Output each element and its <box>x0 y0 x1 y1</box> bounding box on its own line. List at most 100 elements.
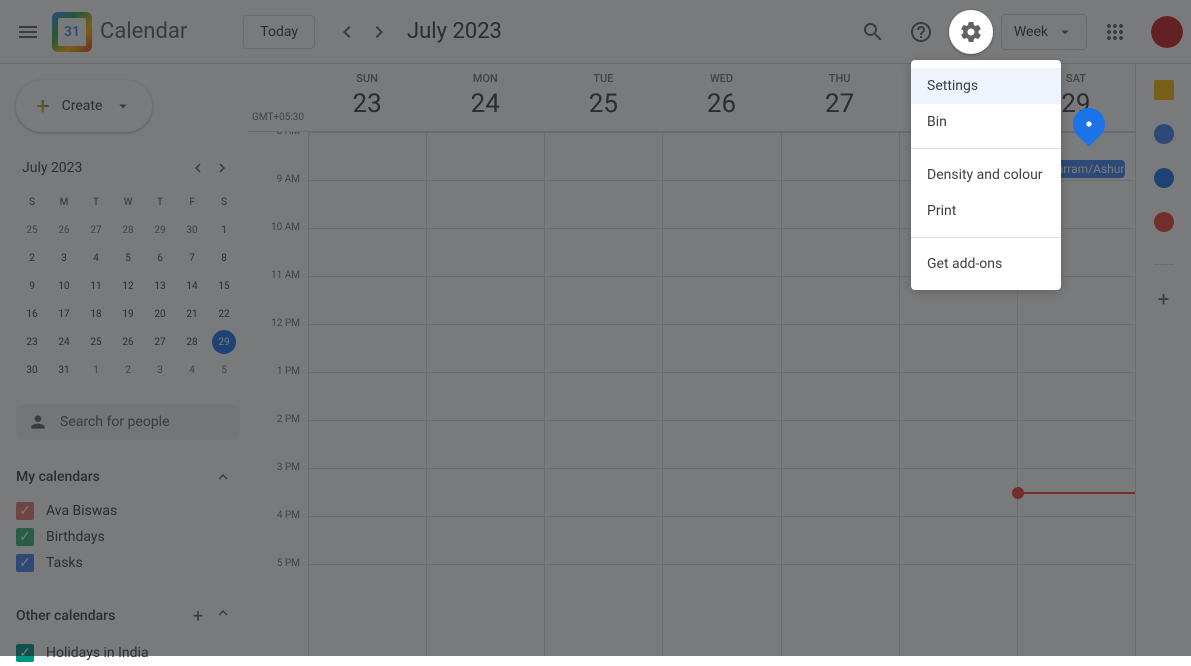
mini-prev-button[interactable] <box>186 156 210 180</box>
mini-dow: T <box>144 188 176 216</box>
mini-date[interactable]: 16 <box>16 300 48 328</box>
menu-print[interactable]: Print <box>911 193 1061 229</box>
mini-date[interactable]: 25 <box>16 216 48 244</box>
mini-date[interactable]: 4 <box>80 244 112 272</box>
mini-date[interactable]: 30 <box>176 216 208 244</box>
mini-date[interactable]: 2 <box>16 244 48 272</box>
search-people-input[interactable]: Search for people <box>16 404 240 440</box>
contacts-app-icon[interactable] <box>1154 168 1174 188</box>
mini-date[interactable]: 8 <box>208 244 240 272</box>
mini-next-button[interactable] <box>210 156 234 180</box>
my-calendars-toggle[interactable]: My calendars <box>16 464 240 490</box>
menu-density[interactable]: Density and colour <box>911 157 1061 193</box>
calendar-checkbox[interactable]: ✓ <box>16 528 34 546</box>
day-name: THU <box>781 72 899 85</box>
mini-date[interactable]: 29 <box>212 330 236 354</box>
mini-date[interactable]: 29 <box>144 216 176 244</box>
settings-button[interactable] <box>949 10 993 54</box>
day-name: SUN <box>308 72 426 85</box>
main-menu-button[interactable] <box>8 12 48 52</box>
chevron-up-icon <box>214 604 232 622</box>
view-selector[interactable]: Week <box>1001 14 1087 50</box>
time-label: 11 AM <box>248 270 308 318</box>
day-column[interactable] <box>308 132 426 656</box>
calendar-item[interactable]: ✓Tasks <box>16 550 240 576</box>
day-column[interactable] <box>544 132 662 656</box>
day-header[interactable]: WED26 <box>662 64 780 131</box>
mini-date[interactable]: 4 <box>176 356 208 384</box>
mini-date[interactable]: 5 <box>112 244 144 272</box>
mini-date[interactable]: 31 <box>48 356 80 384</box>
mini-date[interactable]: 26 <box>48 216 80 244</box>
day-header[interactable]: MON24 <box>426 64 544 131</box>
mini-date[interactable]: 3 <box>144 356 176 384</box>
support-button[interactable] <box>901 12 941 52</box>
mini-date[interactable]: 13 <box>144 272 176 300</box>
mini-date[interactable]: 25 <box>80 328 112 356</box>
calendar-checkbox[interactable]: ✓ <box>16 502 34 520</box>
menu-addons[interactable]: Get add-ons <box>911 246 1061 282</box>
other-calendars-toggle[interactable]: Other calendars + <box>16 600 240 632</box>
mini-date[interactable]: 22 <box>208 300 240 328</box>
mini-date[interactable]: 1 <box>80 356 112 384</box>
day-name: WED <box>662 72 780 85</box>
google-apps-button[interactable] <box>1095 12 1135 52</box>
mini-calendar[interactable]: SMTWTFS252627282930123456789101112131415… <box>16 188 240 384</box>
next-week-button[interactable] <box>363 16 395 48</box>
mini-date[interactable]: 28 <box>176 328 208 356</box>
mini-date[interactable]: 27 <box>144 328 176 356</box>
mini-date[interactable]: 18 <box>80 300 112 328</box>
mini-cal-title: July 2023 <box>22 160 82 176</box>
time-label: 2 PM <box>248 414 308 462</box>
mini-date[interactable]: 9 <box>16 272 48 300</box>
mini-date[interactable]: 2 <box>112 356 144 384</box>
mini-date[interactable]: 14 <box>176 272 208 300</box>
day-header[interactable]: TUE25 <box>544 64 662 131</box>
mini-date[interactable]: 12 <box>112 272 144 300</box>
calendar-item[interactable]: ✓ Ava Biswas <box>16 498 240 524</box>
menu-settings[interactable]: Settings <box>911 68 1061 104</box>
mini-date[interactable]: 1 <box>208 216 240 244</box>
calendar-checkbox[interactable]: ✓ <box>16 554 34 572</box>
mini-date[interactable]: 10 <box>48 272 80 300</box>
mini-date[interactable]: 24 <box>48 328 80 356</box>
mini-date[interactable]: 6 <box>144 244 176 272</box>
day-column[interactable] <box>662 132 780 656</box>
calendar-item[interactable]: ✓Holidays in India <box>16 640 240 666</box>
dropdown-icon <box>1056 23 1074 41</box>
calendar-item[interactable]: ✓Birthdays <box>16 524 240 550</box>
mini-date[interactable]: 30 <box>16 356 48 384</box>
day-header[interactable]: THU27 <box>781 64 899 131</box>
search-button[interactable] <box>853 12 893 52</box>
mini-date[interactable]: 17 <box>48 300 80 328</box>
today-button[interactable]: Today <box>243 15 315 49</box>
mini-date[interactable]: 7 <box>176 244 208 272</box>
add-other-calendar-button[interactable]: + <box>186 604 210 628</box>
tasks-app-icon[interactable] <box>1154 124 1174 144</box>
create-button[interactable]: + Create <box>16 80 152 132</box>
mini-date[interactable]: 11 <box>80 272 112 300</box>
hamburger-icon <box>16 20 40 44</box>
mini-date[interactable]: 19 <box>112 300 144 328</box>
get-addons-button[interactable]: + <box>1154 289 1174 309</box>
mini-date[interactable]: 5 <box>208 356 240 384</box>
account-avatar[interactable] <box>1151 16 1183 48</box>
calendar-label: Ava Biswas <box>46 503 117 519</box>
day-header[interactable]: SUN23 <box>308 64 426 131</box>
maps-app-icon[interactable] <box>1154 212 1174 232</box>
day-column[interactable] <box>426 132 544 656</box>
day-column[interactable] <box>781 132 899 656</box>
mini-date[interactable]: 23 <box>16 328 48 356</box>
mini-date[interactable]: 3 <box>48 244 80 272</box>
mini-date[interactable]: 27 <box>80 216 112 244</box>
mini-date[interactable]: 26 <box>112 328 144 356</box>
mini-date[interactable]: 15 <box>208 272 240 300</box>
keep-app-icon[interactable] <box>1154 80 1174 100</box>
chevron-left-icon <box>335 20 359 44</box>
mini-date[interactable]: 28 <box>112 216 144 244</box>
prev-week-button[interactable] <box>331 16 363 48</box>
mini-date[interactable]: 20 <box>144 300 176 328</box>
calendar-checkbox[interactable]: ✓ <box>16 644 34 662</box>
mini-date[interactable]: 21 <box>176 300 208 328</box>
menu-bin[interactable]: Bin <box>911 104 1061 140</box>
